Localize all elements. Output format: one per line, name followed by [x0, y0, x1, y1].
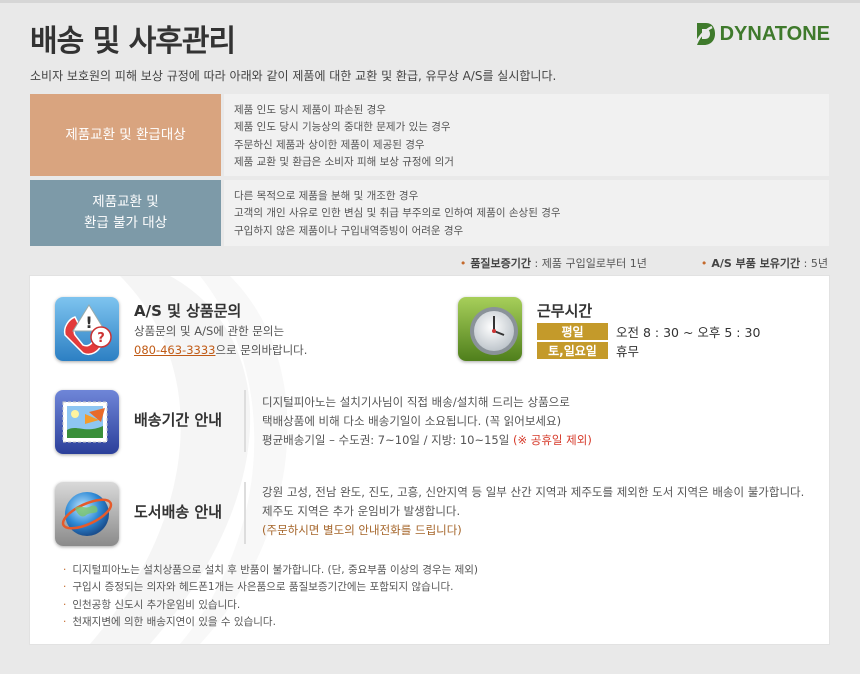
- note-item: · 천재지변에 의한 배송지연이 있을 수 있습니다.: [63, 614, 478, 631]
- phone-number-link[interactable]: 080-463-3333: [134, 343, 215, 357]
- policy-item: 다른 목적으로 제품을 분해 및 개조한 경우: [234, 190, 419, 202]
- warranty-item: • A/S 부품 보유기간 : 5년: [701, 255, 828, 271]
- divider: [244, 482, 246, 544]
- delivery-average: 평균배송기일 – 수도권: 7~10일 / 지방: 10~15일: [262, 433, 510, 447]
- delivery-title: 배송기간 안내: [134, 411, 223, 429]
- holiday-note: (※ 공휴일 제외): [509, 433, 592, 447]
- bullet-icon: ·: [63, 564, 67, 576]
- policy-item: 제품 교환 및 환급은 소비자 피해 보상 규정에 의거: [234, 155, 454, 168]
- policy-item: 제품 인도 당시 제품이 파손된 경우: [234, 104, 386, 116]
- phone-support-icon: ! ?: [55, 297, 119, 361]
- delivery-line: 디지털피아노는 설치기사님이 직접 배송/설치해 드리는 상품으로: [262, 395, 570, 409]
- island-text: 강원 고성, 전남 완도, 진도, 고흥, 신안지역 등 일부 산간 지역과 제…: [262, 483, 804, 540]
- island-line: 제주도 지역은 추가 운임비가 발생합니다.: [262, 504, 461, 518]
- hours-row-weekend: 토,일요일 휴무: [537, 341, 639, 360]
- bullet-icon: ·: [63, 581, 67, 594]
- as-inquiry-suffix: 으로 문의바랍니다.: [215, 343, 308, 357]
- policy-item: 주문하신 제품과 상이한 제품이 제공된 경우: [234, 138, 425, 151]
- exchange-refund-eligible: 제품교환 및 환급대상 제품 인도 당시 제품이 파손된 경우 제품 인도 당시…: [30, 94, 829, 176]
- as-inquiry-title: A/S 및 상품문의: [134, 302, 242, 320]
- svg-text:?: ?: [97, 331, 105, 346]
- day-badge: 토,일요일: [537, 342, 608, 359]
- hours-row-weekday: 평일 오전 8 : 30 ~ 오후 5 : 30: [537, 322, 760, 341]
- bullet-icon: ·: [63, 598, 67, 611]
- delivery-stamp-icon: [55, 390, 119, 454]
- hours-time: 오전 8 : 30 ~ 오후 5 : 30: [616, 325, 761, 340]
- service-info-panel: ! ? A/S 및 상품문의 상품문의 및 A/S에 관한 문의는 080-46…: [30, 276, 829, 644]
- logo-text: DYNATONE: [719, 22, 830, 45]
- policy-items: 다른 목적으로 제품을 분해 및 개조한 경우 고객의 개인 사유로 인한 변심…: [224, 180, 829, 246]
- as-inquiry-text: 상품문의 및 A/S에 관한 문의는 080-463-3333으로 문의바랍니다…: [134, 322, 307, 360]
- bullet-icon: •: [700, 257, 708, 270]
- bullet-icon: ·: [63, 615, 67, 628]
- policy-item: 구입하지 않은 제품이나 구입내역증빙이 어려운 경우: [234, 224, 464, 237]
- notes-list: · 디지털피아노는 설치상품으로 설치 후 반품이 불가합니다. (단, 중요부품…: [63, 562, 478, 631]
- divider: [244, 390, 246, 452]
- exchange-refund-ineligible: 제품교환 및 환급 불가 대상 다른 목적으로 제품을 분해 및 개조한 경우 …: [30, 180, 829, 246]
- delivery-line: 택배상품에 비해 다소 배송기일이 소요됩니다. (꼭 읽어보세요): [262, 414, 562, 428]
- policy-item: 고객의 개인 사유로 인한 변심 및 취급 부주의로 인하여 제품이 손상된 경…: [234, 207, 561, 220]
- globe-icon: [55, 482, 119, 546]
- island-line: (주문하시면 별도의 안내전화를 드립니다): [262, 523, 462, 537]
- policy-label-text: 제품교환 및 환급대상: [65, 126, 186, 143]
- warranty-value: : 5년: [800, 257, 828, 270]
- bullet-icon: •: [459, 257, 467, 270]
- page-subtitle: 소비자 보호원의 피해 보상 규정에 따라 아래와 같이 제품에 대한 교환 및…: [30, 69, 557, 83]
- warranty-value: : 제품 구입일로부터 1년: [531, 257, 647, 270]
- note-item: · 구입시 증정되는 의자와 헤드폰1개는 사은품으로 품질보증기간에는 포함되지…: [63, 579, 478, 596]
- clock-icon: [458, 297, 522, 361]
- svg-text:!: !: [85, 313, 92, 332]
- policy-label-text: 제품교환 및: [92, 194, 159, 210]
- policy-item: 제품 인도 당시 기능상의 중대한 문제가 있는 경우: [234, 121, 451, 134]
- island-line: 강원 고성, 전남 완도, 진도, 고흥, 신안지역 등 일부 산간 지역과 제…: [262, 485, 805, 499]
- note-item: · 디지털피아노는 설치상품으로 설치 후 반품이 불가합니다. (단, 중요부품…: [63, 562, 478, 579]
- note-text: 구입시 증정되는 의자와 헤드폰1개는 사은품으로 품질보증기간에는 포함되지 …: [72, 581, 454, 594]
- top-border: [0, 0, 860, 3]
- note-text: 디지털피아노는 설치상품으로 설치 후 반품이 불가합니다. (단, 중요부품 …: [72, 564, 479, 576]
- note-text: 인천공항 신도시 추가운임비 있습니다.: [72, 598, 241, 611]
- warranty-label: A/S 부품 보유기간: [711, 257, 801, 270]
- policy-label-text: 환급 불가 대상: [83, 215, 168, 231]
- dynatone-logo-icon: [693, 23, 715, 47]
- warranty-info: • 품질보증기간 : 제품 구입일로부터 1년 • A/S 부품 보유기간 : 5년: [460, 255, 828, 271]
- warranty-item: • 품질보증기간 : 제품 구입일로부터 1년: [460, 255, 647, 271]
- day-badge: 평일: [537, 323, 608, 340]
- hours-title: 근무시간: [537, 302, 593, 320]
- delivery-line: 평균배송기일 – 수도권: 7~10일 / 지방: 10~15일 (※ 공휴일 …: [262, 431, 592, 450]
- brand-logo[interactable]: DYNATONE: [693, 20, 830, 48]
- policy-label: 제품교환 및 환급대상: [30, 94, 221, 176]
- as-inquiry-line: 상품문의 및 A/S에 관한 문의는: [134, 324, 285, 338]
- as-inquiry-line: 080-463-3333으로 문의바랍니다.: [134, 341, 307, 360]
- policy-label: 제품교환 및 환급 불가 대상: [30, 180, 221, 246]
- hours-time: 휴무: [616, 344, 640, 359]
- island-title: 도서배송 안내: [134, 503, 223, 521]
- policy-items: 제품 인도 당시 제품이 파손된 경우 제품 인도 당시 기능상의 중대한 문제…: [224, 94, 829, 176]
- warranty-label: 품질보증기간: [470, 257, 532, 270]
- note-text: 천재지변에 의한 배송지연이 있을 수 있습니다.: [72, 615, 276, 628]
- delivery-text: 디지털피아노는 설치기사님이 직접 배송/설치해 드리는 상품으로 택배상품에 …: [262, 393, 592, 450]
- note-item: · 인천공항 신도시 추가운임비 있습니다.: [63, 597, 478, 614]
- page-title: 배송 및 사후관리: [30, 24, 236, 59]
